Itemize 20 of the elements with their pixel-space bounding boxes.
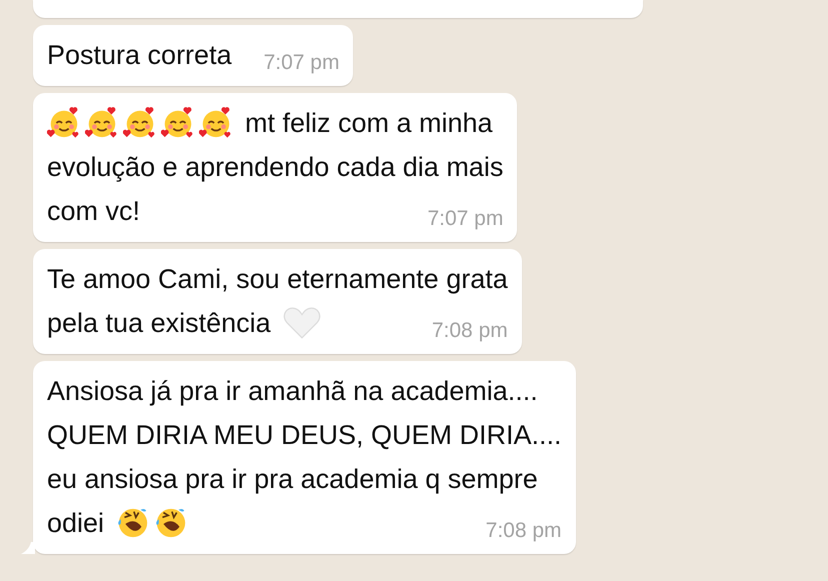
message-time: 7:07 pm	[426, 206, 504, 232]
message-text: Postura correta	[47, 40, 232, 70]
message-text: mt feliz com a minha	[245, 108, 493, 138]
message-text: evolução e aprendendo cada dia mais	[47, 152, 504, 182]
heart-icon	[282, 306, 321, 340]
message-time: 7:08 pm	[430, 318, 508, 344]
message-text: QUEM DIRIA MEU DEUS, QUEM DIRIA....	[47, 420, 562, 450]
smiling-face-with-hearts-icon	[199, 106, 233, 140]
smiling-face-with-hearts-icon	[85, 106, 119, 140]
message-text: Te amoo Cami, sou eternamente grata	[47, 264, 508, 294]
message-text: Ansiosa já pra ir amanhã na academia....	[47, 376, 538, 406]
smiling-face-with-hearts-icon	[123, 106, 157, 140]
message-time: 7:07 pm	[262, 50, 340, 76]
message-text: eu ansiosa pra ir pra academia q sempre	[47, 464, 538, 494]
smiling-face-with-hearts-icon	[161, 106, 195, 140]
message-text: pela tua existência	[47, 308, 271, 338]
message-time: 7:08 pm	[484, 518, 562, 544]
smiling-face-with-hearts-icon	[47, 106, 81, 140]
message-text: odiei	[47, 508, 104, 538]
message-text: com vc!	[47, 196, 140, 226]
